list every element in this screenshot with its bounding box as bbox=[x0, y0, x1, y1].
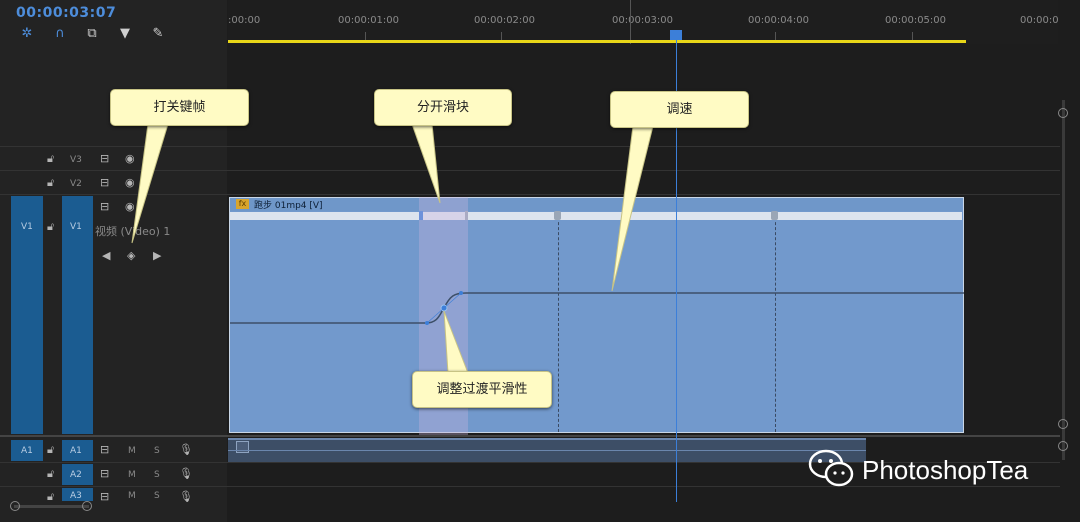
callout-keyframe: 打关键帧 bbox=[110, 89, 249, 126]
callout-smooth: 调整过渡平滑性 bbox=[412, 371, 552, 408]
callout-split-slider: 分开滑块 bbox=[374, 89, 512, 126]
watermark-text: PhotoshopTea bbox=[862, 455, 1029, 485]
wechat-icon bbox=[808, 449, 854, 487]
callout-speed: 调速 bbox=[610, 91, 749, 128]
callout-pointers bbox=[131, 123, 654, 374]
